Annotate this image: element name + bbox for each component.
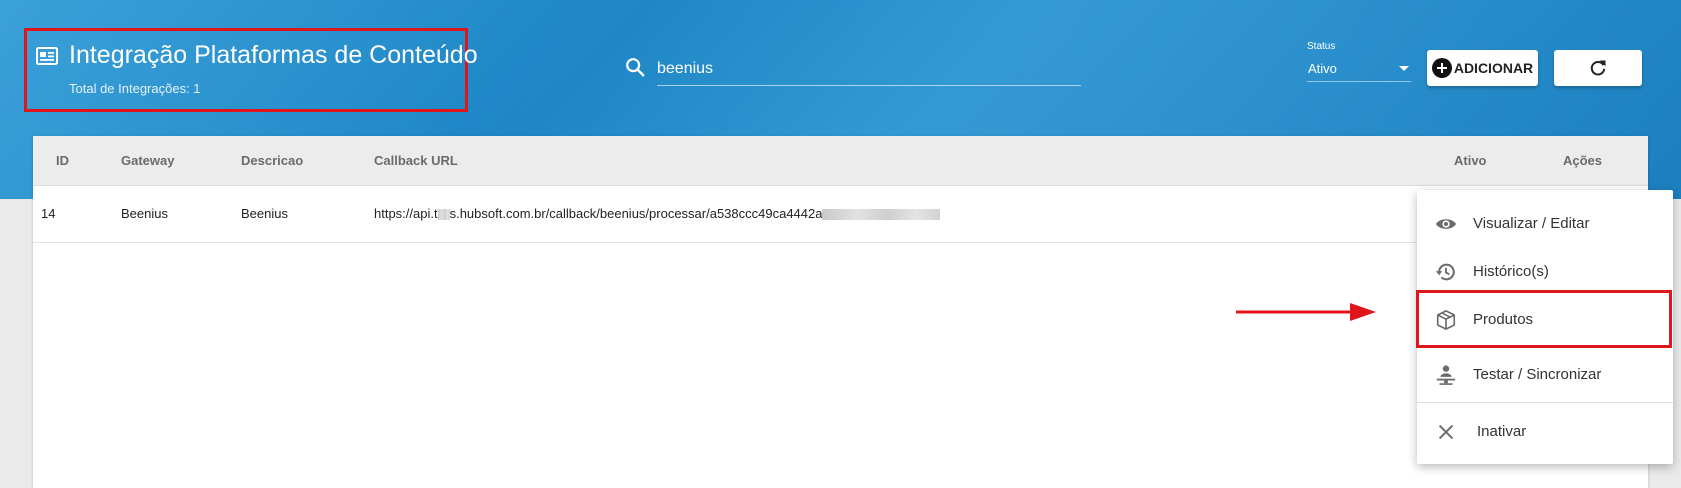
redacted-text bbox=[437, 209, 450, 221]
menu-item-label: Inativar bbox=[1477, 423, 1527, 440]
menu-item-label: Visualizar / Editar bbox=[1473, 215, 1590, 232]
table-row[interactable]: 14 Beenius Beenius https://api.t s.hubsof… bbox=[33, 186, 1648, 243]
add-circle-icon bbox=[1431, 58, 1452, 78]
integrations-table: ID Gateway Descricao Callback URL Ativo … bbox=[33, 136, 1648, 488]
cell-descricao: Beenius bbox=[241, 206, 288, 221]
menu-item-deactivate[interactable]: Inativar bbox=[1417, 408, 1673, 456]
redacted-text bbox=[822, 209, 941, 221]
annotation-arrow bbox=[1236, 303, 1376, 321]
eye-icon bbox=[1435, 219, 1457, 229]
chevron-down-icon bbox=[1399, 66, 1409, 71]
page-title: Integração Plataformas de Conteúdo bbox=[69, 41, 478, 69]
news-icon bbox=[36, 47, 58, 65]
cell-callback-url: https://api.t s.hubsoft.com.br/callback/b… bbox=[374, 206, 941, 221]
column-header-acoes: Ações bbox=[1563, 153, 1603, 168]
sync-person-icon bbox=[1436, 365, 1456, 385]
column-header-id: ID bbox=[56, 153, 69, 168]
table-header: ID Gateway Descricao Callback URL Ativo … bbox=[33, 136, 1648, 186]
close-icon bbox=[1438, 424, 1454, 440]
column-header-descricao: Descricao bbox=[241, 153, 304, 168]
history-icon bbox=[1435, 263, 1455, 281]
search-icon bbox=[626, 58, 645, 77]
integration-count: Total de Integrações: 1 bbox=[69, 81, 201, 96]
menu-divider bbox=[1417, 402, 1673, 403]
products-highlight-box bbox=[1416, 290, 1672, 348]
status-selected-value: Ativo bbox=[1308, 61, 1337, 76]
cell-gateway: Beenius bbox=[121, 206, 168, 221]
status-label: Status bbox=[1307, 41, 1336, 52]
title-highlight-box: Integração Plataformas de Conteúdo Total… bbox=[24, 28, 478, 112]
menu-item-history[interactable]: Histórico(s) bbox=[1417, 248, 1673, 296]
cell-id: 14 bbox=[41, 206, 56, 221]
callback-url-prefix: https://api.t bbox=[374, 206, 438, 221]
refresh-icon bbox=[1590, 60, 1606, 76]
column-header-ativo: Ativo bbox=[1454, 153, 1487, 168]
column-header-callback-url: Callback URL bbox=[374, 153, 458, 168]
add-button[interactable]: ADICIONAR bbox=[1427, 50, 1538, 86]
refresh-button[interactable] bbox=[1554, 50, 1642, 86]
menu-item-test-sync[interactable]: Testar / Sincronizar bbox=[1417, 351, 1673, 399]
status-select[interactable]: Ativo bbox=[1307, 56, 1411, 82]
menu-item-view-edit[interactable]: Visualizar / Editar bbox=[1417, 200, 1673, 248]
menu-item-label: Testar / Sincronizar bbox=[1473, 366, 1602, 383]
add-button-label: ADICIONAR bbox=[1453, 60, 1534, 76]
column-header-gateway: Gateway bbox=[121, 153, 175, 168]
search-input[interactable] bbox=[657, 52, 1081, 86]
callback-url-path: s.hubsoft.com.br/callback/beenius/proces… bbox=[449, 206, 823, 221]
menu-item-label: Histórico(s) bbox=[1473, 263, 1549, 280]
